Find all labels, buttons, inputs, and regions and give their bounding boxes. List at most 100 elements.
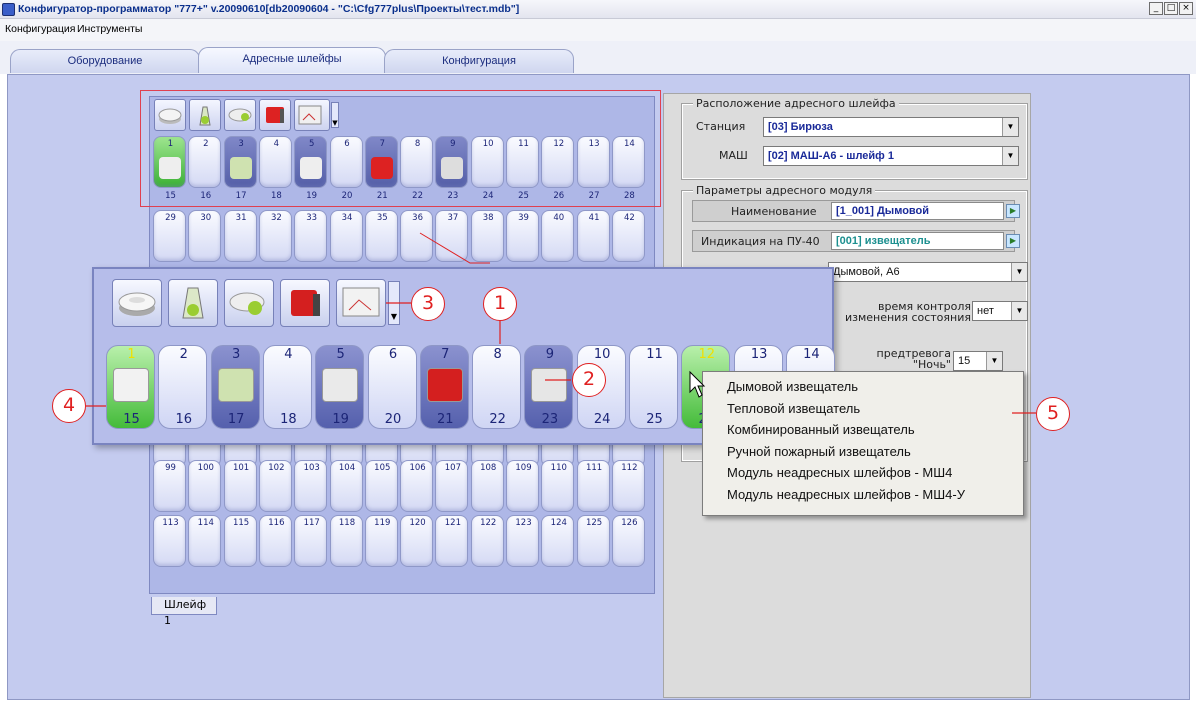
context-menu-item[interactable]: Модуль неадресных шлейфов - МШ4-У	[727, 487, 965, 502]
edit-icon[interactable]: ▶	[1006, 234, 1020, 248]
tab-strip: Оборудование Адресные шлейфы Конфигураци…	[0, 41, 1196, 74]
smoke-detector-icon	[113, 368, 149, 402]
cell-number: 3	[231, 347, 241, 362]
heat-detector-button-zoomed[interactable]	[168, 279, 218, 327]
cell-number: 41	[588, 213, 600, 223]
address-cell[interactable]: 38	[470, 210, 504, 262]
name-value[interactable]: [1_001] Дымовой	[831, 202, 1004, 220]
address-cell[interactable]: 121	[435, 515, 469, 567]
cell-number: 125	[585, 518, 603, 528]
chevron-down-icon[interactable]: ▼	[1011, 302, 1027, 320]
address-cell[interactable]: 111	[576, 460, 610, 512]
module-button-zoomed[interactable]	[336, 279, 386, 327]
address-cell[interactable]: 115	[223, 515, 257, 567]
address-cell-zoomed[interactable]: 4 18	[262, 345, 312, 429]
menu-tools[interactable]: Инструменты	[77, 23, 142, 35]
tab-address-loops[interactable]: Адресные шлейфы	[198, 47, 386, 73]
address-cell[interactable]: 125	[576, 515, 610, 567]
address-cell[interactable]: 35	[364, 210, 398, 262]
address-cell[interactable]: 40	[541, 210, 575, 262]
smoke-detector-button-zoomed[interactable]	[112, 279, 162, 327]
context-menu-item[interactable]: Тепловой извещатель	[727, 401, 860, 416]
address-cell[interactable]: 107	[435, 460, 469, 512]
address-cell[interactable]: 102	[258, 460, 292, 512]
address-cell[interactable]: 32	[258, 210, 292, 262]
control-combo[interactable]: нет ▼	[972, 301, 1028, 321]
chevron-down-icon[interactable]: ▼	[1002, 147, 1018, 165]
address-cell-zoomed[interactable]: 11 25	[629, 345, 678, 429]
address-cell[interactable]: 99	[153, 460, 186, 512]
address-cell[interactable]: 106	[400, 460, 434, 512]
edit-icon[interactable]: ▶	[1006, 204, 1020, 218]
station-combo[interactable]: [03] Бирюза ▼	[763, 117, 1019, 137]
address-cell[interactable]: 41	[576, 210, 610, 262]
context-menu-item[interactable]: Комбинированный извещатель	[727, 422, 915, 437]
tab-configuration[interactable]: Конфигурация	[384, 49, 574, 73]
address-cell[interactable]: 33	[294, 210, 328, 262]
address-cell-zoomed[interactable]: 8 22	[472, 345, 522, 429]
prealarm-combo[interactable]: 15 ▼	[953, 351, 1003, 371]
address-cell[interactable]: 113	[153, 515, 186, 567]
address-cell[interactable]: 39	[506, 210, 539, 262]
address-cell[interactable]: 112	[611, 460, 645, 512]
address-cell[interactable]: 34	[329, 210, 363, 262]
app-icon	[2, 3, 15, 16]
type-combo[interactable]: Дымовой, А6 ▼	[828, 262, 1028, 282]
address-cell[interactable]: 30	[188, 210, 222, 262]
close-button[interactable]: ×	[1179, 2, 1193, 15]
minimize-button[interactable]: _	[1149, 2, 1163, 15]
address-cell[interactable]: 116	[258, 515, 292, 567]
loop-tab[interactable]: Шлейф 1	[151, 597, 217, 627]
address-cell[interactable]: 105	[364, 460, 398, 512]
context-menu-item[interactable]: Модуль неадресных шлейфов - МШ4	[727, 465, 952, 480]
indication-value[interactable]: [001] извещатель	[831, 232, 1004, 250]
address-cell-zoomed[interactable]: 7 21	[419, 345, 469, 429]
address-cell[interactable]: 114	[188, 515, 222, 567]
address-cell[interactable]: 117	[294, 515, 328, 567]
address-cell[interactable]: 42	[611, 210, 645, 262]
address-cell-zoomed[interactable]: 9 23	[524, 345, 574, 429]
address-cell[interactable]: 119	[364, 515, 398, 567]
address-cell[interactable]: 31	[223, 210, 257, 262]
chevron-down-icon[interactable]: ▼	[1002, 118, 1018, 136]
combined-detector-button-zoomed[interactable]	[224, 279, 274, 327]
address-cell[interactable]: 124	[541, 515, 575, 567]
address-cell-zoomed[interactable]: 3 17	[210, 345, 260, 429]
mash-combo[interactable]: [02] МАШ-А6 - шлейф 1 ▼	[763, 146, 1019, 166]
address-cell[interactable]: 37	[435, 210, 469, 262]
manual-call-point-button-zoomed[interactable]	[280, 279, 330, 327]
address-cell[interactable]: 36	[400, 210, 434, 262]
module-dropdown-arrow-zoomed[interactable]: ▼	[388, 281, 400, 325]
address-cell[interactable]: 118	[329, 515, 363, 567]
address-cell[interactable]: 122	[470, 515, 504, 567]
address-cell[interactable]: 126	[611, 515, 645, 567]
address-cell[interactable]: 120	[400, 515, 434, 567]
chevron-down-icon[interactable]: ▼	[986, 352, 1002, 370]
address-cell[interactable]: 104	[329, 460, 363, 512]
context-menu-item[interactable]: Дымовой извещатель	[727, 379, 858, 394]
address-cell[interactable]: 108	[470, 460, 504, 512]
address-cell-zoomed[interactable]: 1 15	[106, 345, 155, 429]
address-cell-zoomed[interactable]: 6 20	[367, 345, 417, 429]
menu-configuration[interactable]: Конфигурация	[5, 23, 75, 35]
context-menu-item[interactable]: Ручной пожарный извещатель	[727, 444, 911, 459]
cell-number: 123	[515, 518, 532, 528]
tab-equipment[interactable]: Оборудование	[10, 49, 200, 73]
cell-number: 124	[550, 518, 567, 528]
callout-5: 5	[1036, 397, 1070, 431]
address-cell[interactable]: 109	[506, 460, 539, 512]
cell-number: 2	[179, 347, 188, 362]
address-cell[interactable]: 123	[506, 515, 539, 567]
address-cell[interactable]: 100	[188, 460, 222, 512]
location-group-label: Расположение адресного шлейфа	[693, 97, 899, 110]
address-cell-zoomed[interactable]: 5 19	[315, 345, 365, 429]
address-cell[interactable]: 110	[541, 460, 575, 512]
address-cell[interactable]: 101	[223, 460, 257, 512]
maximize-button[interactable]: □	[1164, 2, 1178, 15]
cell-number: 14	[803, 347, 820, 362]
address-cell-zoomed[interactable]: 2 16	[158, 345, 208, 429]
address-cell[interactable]: 103	[294, 460, 328, 512]
cell-number: 33	[306, 213, 318, 223]
chevron-down-icon[interactable]: ▼	[1011, 263, 1027, 281]
address-cell[interactable]: 29	[153, 210, 186, 262]
